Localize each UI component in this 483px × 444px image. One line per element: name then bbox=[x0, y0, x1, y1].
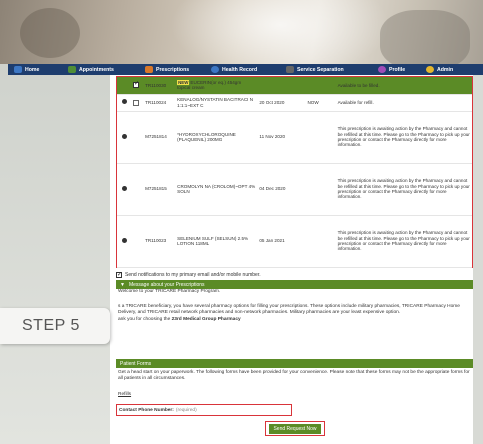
banner-glow bbox=[170, 0, 390, 64]
row-checkbox-cell bbox=[131, 77, 144, 95]
send-button-highlight: Send Request Now bbox=[265, 421, 325, 436]
home-icon bbox=[14, 66, 22, 73]
banner-photo-shape bbox=[20, 8, 80, 58]
phone-label: Contact Phone Number: bbox=[119, 407, 174, 413]
rx-number: TR110024 bbox=[143, 94, 176, 112]
patient-forms-header-label: Patient Forms bbox=[120, 360, 152, 367]
rx-status: This prescription is awaiting action by … bbox=[335, 163, 472, 216]
drug-name: CROMOLYN NA (CROLOM)~OPT 4% SOLN bbox=[175, 163, 258, 216]
row-radio-cell bbox=[117, 163, 132, 216]
profile-icon bbox=[378, 66, 386, 73]
drug-name-cell: NEW EUCERIN(or eq.) 454gm topical cream bbox=[175, 77, 258, 95]
pharmacy-name: 23rd Medical Group Pharmacy bbox=[171, 316, 241, 322]
message-thanks-text: ank you for choosing the bbox=[118, 316, 172, 322]
nav-admin-label: Admin bbox=[437, 66, 454, 73]
rx-status: This prescription is awaiting action by … bbox=[335, 111, 472, 164]
notification-option[interactable]: Send notifications to my primary email a… bbox=[116, 270, 473, 279]
patient-forms-body: Get a head start on your paperwork. The … bbox=[118, 370, 470, 381]
rx-status: Available to be filled. bbox=[335, 77, 472, 95]
nav-health-record[interactable]: Health Record bbox=[211, 66, 257, 73]
prescription-row[interactable]: M7251814 *HYDROXYCHLOROQUINE (PLAQUENIL)… bbox=[117, 111, 472, 164]
health-record-icon bbox=[211, 66, 219, 73]
row-radio-cell bbox=[117, 215, 132, 268]
refill-status bbox=[305, 111, 336, 164]
rx-status: This prescription is awaiting action by … bbox=[335, 215, 472, 268]
row-checkbox[interactable] bbox=[133, 81, 139, 88]
row-radio-cell bbox=[117, 77, 132, 95]
nav-profile-label: Profile bbox=[389, 66, 406, 73]
nav-home-label: Home bbox=[25, 66, 40, 73]
send-request-button[interactable]: Send Request Now bbox=[269, 423, 321, 434]
last-fill-date: 05 Jan 2021 bbox=[257, 215, 306, 268]
rx-number: TR110023 bbox=[143, 215, 176, 268]
row-radio-cell bbox=[117, 111, 132, 164]
message-welcome: Welcome to your TRICARE Pharmacy Program… bbox=[118, 289, 221, 294]
new-badge: NEW bbox=[177, 79, 190, 86]
message-paragraph: s a TRICARE beneficiary, you have severa… bbox=[118, 303, 460, 315]
drug-name: *HYDROXYCHLOROQUINE (PLAQUENIL) 200MG bbox=[175, 111, 258, 164]
nav-appointments-label: Appointments bbox=[79, 66, 114, 73]
row-radio-cell bbox=[117, 94, 132, 112]
phone-field[interactable]: Contact Phone Number: (required) bbox=[116, 404, 292, 416]
last-fill-date bbox=[257, 77, 306, 95]
hero-banner bbox=[0, 0, 483, 64]
nav-prescriptions[interactable]: Prescriptions bbox=[145, 66, 189, 73]
prescription-table-highlight: TR110030 NEWEUCERIN(or eq.) 454gm topica… bbox=[116, 76, 473, 268]
row-checkbox-cell bbox=[131, 94, 144, 112]
service-separation-icon bbox=[286, 66, 294, 73]
row-checkbox-cell bbox=[131, 215, 144, 268]
row-radio[interactable] bbox=[121, 237, 127, 243]
row-checkbox-cell bbox=[131, 111, 144, 164]
message-section-header[interactable]: ▼ Message about your Prescriptions bbox=[116, 280, 473, 289]
row-radio[interactable] bbox=[121, 185, 127, 191]
nav-prescriptions-label: Prescriptions bbox=[156, 66, 190, 73]
message-thanks: ank you for choosing the 23rd Medical Gr… bbox=[118, 317, 473, 323]
row-radio[interactable] bbox=[121, 99, 127, 105]
notify-checkbox[interactable] bbox=[116, 271, 122, 278]
nav-admin[interactable]: Admin bbox=[426, 66, 453, 73]
rx-number: M7251815 bbox=[143, 163, 176, 216]
left-background bbox=[0, 64, 110, 444]
main-nav: Home Appointments Prescriptions Health R… bbox=[8, 64, 483, 75]
patient-forms-header: Patient Forms bbox=[116, 359, 473, 368]
rx-status: Available for refill. bbox=[335, 94, 472, 112]
prescription-row[interactable]: TR110024 KENALOG/NYSTATIN BACITRACI N 1:… bbox=[117, 94, 472, 112]
row-checkbox[interactable] bbox=[133, 99, 140, 106]
right-background bbox=[473, 64, 483, 444]
nav-appointments[interactable]: Appointments bbox=[68, 66, 114, 73]
message-body: Welcome to your TRICARE Pharmacy Program… bbox=[116, 289, 473, 323]
rx-number: TR110030 bbox=[143, 77, 176, 95]
drug-name: KENALOG/NYSTATIN BACITRACI N 1:1:1~EXT C bbox=[175, 94, 258, 112]
last-fill-date: 11 Nov 2020 bbox=[257, 111, 306, 164]
prescription-row[interactable]: TR110023 SELENIUM SULF (SELSUN) 2.5% LOT… bbox=[117, 215, 472, 268]
message-header-label: Message about your Prescriptions bbox=[128, 281, 205, 288]
prescription-table: TR110030 NEWEUCERIN(or eq.) 454gm topica… bbox=[117, 77, 472, 268]
nav-health-record-label: Health Record bbox=[222, 66, 258, 73]
last-fill-date: 20 Oct 2020 bbox=[257, 94, 306, 112]
phone-placeholder: (required) bbox=[175, 407, 197, 413]
calendar-icon bbox=[68, 66, 76, 73]
row-checkbox-cell bbox=[131, 163, 144, 216]
row-radio[interactable] bbox=[121, 133, 127, 139]
refill-status bbox=[305, 77, 336, 95]
rx-number: M7251814 bbox=[143, 111, 176, 164]
pill-icon bbox=[145, 66, 153, 73]
nav-profile[interactable]: Profile bbox=[378, 66, 405, 73]
refill-status bbox=[305, 163, 336, 216]
nav-home[interactable]: Home bbox=[14, 66, 39, 73]
step-label: STEP 5 bbox=[0, 308, 110, 344]
notify-label: Send notifications to my primary email a… bbox=[125, 271, 261, 278]
refill-status: NOW bbox=[305, 94, 336, 112]
last-fill-date: 04 Dec 2020 bbox=[257, 163, 306, 216]
nav-service-separation-label: Service Separation bbox=[297, 66, 344, 73]
drug-name: SELENIUM SULF (SELSUN) 2.5% LOTION 118ML bbox=[175, 215, 258, 268]
refills-link[interactable]: Refills bbox=[118, 392, 131, 397]
prescription-row[interactable]: TR110030 NEWEUCERIN(or eq.) 454gm topica… bbox=[117, 77, 472, 95]
chevron-down-icon: ▼ bbox=[120, 281, 125, 288]
nav-service-separation[interactable]: Service Separation bbox=[286, 66, 344, 73]
refill-status bbox=[305, 215, 336, 268]
admin-icon bbox=[426, 66, 434, 73]
banner-photo-shape bbox=[380, 10, 470, 64]
prescription-row[interactable]: M7251815 CROMOLYN NA (CROLOM)~OPT 4% SOL… bbox=[117, 163, 472, 216]
